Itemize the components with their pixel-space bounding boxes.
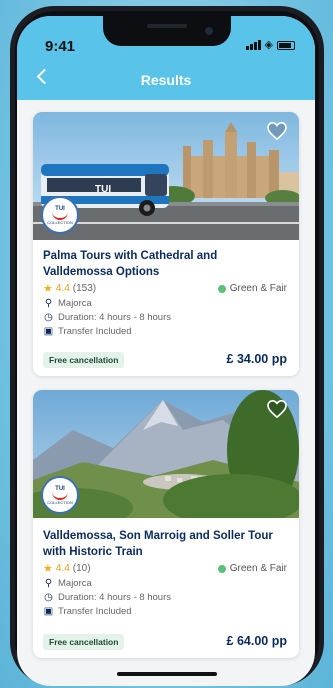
- transfer: ▣ Transfer Included: [43, 326, 132, 337]
- tour-image-bus: TUI TUI COLLECTION: [33, 112, 299, 240]
- leaf-icon: [217, 564, 226, 573]
- tour-image-mountains: TUI COLLECTION: [33, 390, 299, 518]
- bus-icon: ▣: [43, 606, 54, 617]
- favorite-heart-icon[interactable]: [267, 122, 287, 140]
- star-icon: ★: [43, 283, 53, 295]
- tour-title[interactable]: Valldemossa, Son Marroig and Soller Tour…: [43, 528, 289, 560]
- transfer: ▣ Transfer Included: [43, 606, 132, 617]
- result-card[interactable]: TUI COLLECTION Valldemossa, Son Marroig …: [33, 390, 299, 658]
- battery-icon: [277, 40, 295, 50]
- clock-icon: ◷: [44, 312, 53, 323]
- bus-icon: ▣: [43, 326, 54, 337]
- green-fair-label: Green & Fair: [217, 563, 287, 574]
- leaf-icon: [217, 284, 226, 293]
- home-indicator[interactable]: [117, 672, 217, 676]
- smile-logo-icon: [52, 210, 68, 220]
- location-pin-icon: ⚲: [44, 298, 53, 309]
- price: £ 34.00 pp: [226, 352, 287, 366]
- status-icons: ◈: [245, 39, 295, 51]
- location: ⚲ Majorca: [44, 298, 92, 309]
- status-time: 9:41: [45, 38, 76, 55]
- star-icon: ★: [43, 563, 53, 575]
- free-cancellation-badge: Free cancellation: [43, 634, 125, 650]
- location-pin-icon: ⚲: [44, 578, 53, 589]
- clock-icon: ◷: [44, 592, 53, 603]
- price: £ 64.00 pp: [226, 634, 287, 648]
- rating: ★ 4.4 (10): [43, 563, 91, 575]
- result-card[interactable]: TUI TUI COLLECTION Palma Tours with Cath…: [33, 112, 299, 376]
- wifi-icon: ◈: [264, 39, 273, 51]
- duration: ◷ Duration: 4 hours - 8 hours: [44, 312, 172, 323]
- smile-logo-icon: [52, 490, 68, 500]
- tui-collection-badge: TUI COLLECTION: [41, 476, 79, 514]
- page-title: Results: [140, 72, 192, 88]
- bus-brand-text: TUI: [95, 184, 111, 195]
- tui-collection-badge: TUI COLLECTION: [41, 196, 79, 234]
- tour-title[interactable]: Palma Tours with Cathedral and Valldemos…: [43, 248, 289, 280]
- location: ⚲ Majorca: [44, 578, 92, 589]
- favorite-heart-icon[interactable]: [267, 400, 287, 418]
- green-fair-label: Green & Fair: [217, 283, 287, 294]
- app-screen: 9:41 ◈ Results TUI TUI COLLECTION Palma …: [17, 16, 315, 686]
- free-cancellation-badge: Free cancellation: [43, 352, 125, 368]
- results-list: TUI TUI COLLECTION Palma Tours with Cath…: [17, 100, 315, 686]
- notch: [103, 16, 231, 46]
- signal-icon: [245, 40, 261, 50]
- rating: ★ 4.4 (153): [43, 283, 97, 295]
- duration: ◷ Duration: 4 hours - 8 hours: [44, 592, 172, 603]
